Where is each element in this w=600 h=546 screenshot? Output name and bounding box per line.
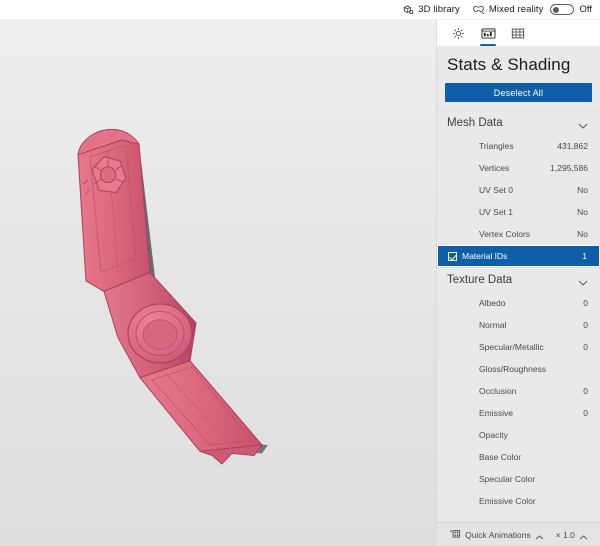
row-value: 431,862 [557,141,588,151]
row-label: Triangles [479,141,514,151]
model-upper-arm [77,128,151,292]
row-label: Emissive Color [479,496,536,506]
playback-speed-label: × 1.0 [555,529,575,540]
model-mid-joint [103,271,197,379]
3d-library-button[interactable]: 3D library [402,4,460,16]
top-toolbar: 3D library Mixed reality Off [0,0,600,20]
section-header-texture-data[interactable]: Texture Data [437,267,600,292]
row-label: Base Color [479,452,522,462]
app-root: 3D library Mixed reality Off Stats & Sha… [0,0,600,546]
mixed-reality-toggle[interactable] [549,4,574,15]
row-checkbox[interactable] [448,251,457,261]
table-row[interactable]: Emissive 0 [437,402,600,424]
sun-icon [452,27,465,40]
section-title-texture-data: Texture Data [447,274,513,286]
panel-tab-bar [437,20,600,46]
tab-lighting[interactable] [443,20,473,46]
page-title: Stats & Shading [437,46,600,83]
table-row[interactable]: Normal 0 [437,314,600,336]
deselect-all-button[interactable]: Deselect All [445,83,592,102]
quick-animations-button[interactable]: Quick Animations [449,529,544,541]
table-row[interactable]: UV Set 0 No [437,179,600,201]
toggle-knob [552,6,559,13]
row-value: No [577,207,588,217]
animation-icon [449,529,461,541]
row-label: UV Set 1 [479,207,514,217]
stats-image-icon [481,27,496,40]
row-value: 0 [583,298,588,308]
row-value: 1,295,586 [550,163,588,173]
row-value: 0 [583,342,588,352]
cube-library-icon [402,4,414,16]
model-lower-arm [139,360,264,465]
section-title-mesh-data: Mesh Data [447,117,503,129]
3d-library-label: 3D library [418,4,460,15]
table-row-selected-material-ids[interactable]: Material IDs 1 [437,245,600,267]
chevron-up-icon[interactable] [579,532,588,540]
row-label: Normal [479,320,507,330]
table-row[interactable]: Vertex Colors No [437,223,600,245]
chevron-down-icon [578,277,588,286]
playback-speed-button[interactable]: × 1.0 [556,530,588,540]
row-label: Opacity [479,430,508,440]
bottom-toolbar: Quick Animations × 1.0 [437,522,600,546]
row-value: 0 [583,320,588,330]
row-label: Occlusion [479,386,517,396]
row-label: UV Set 0 [479,185,514,195]
row-value: 0 [583,386,588,396]
row-label: Emissive [479,408,514,418]
row-value: No [577,185,588,195]
row-label: Material IDs [462,251,508,261]
table-row[interactable]: Albedo 0 [437,292,600,314]
mixed-reality-label: Mixed reality [488,4,544,15]
table-row[interactable]: UV Set 1 No [437,201,600,223]
table-row[interactable]: Specular/Metallic 0 [437,336,600,358]
table-row[interactable]: Emissive Color [437,490,600,512]
3d-viewport[interactable] [0,20,436,546]
3d-model-canvas [77,128,268,465]
row-label: Specular/Metallic [479,342,544,352]
row-label: Albedo [479,298,506,308]
row-value: 0 [583,408,588,418]
mixed-reality-icon [472,4,485,16]
row-label: Vertices [479,163,510,173]
tab-grid[interactable] [503,20,533,46]
section-header-mesh-data[interactable]: Mesh Data [437,110,600,135]
table-row[interactable]: Vertices 1,295,586 [437,157,600,179]
grid-icon [511,27,525,40]
mixed-reality-button[interactable]: Mixed reality [472,4,544,16]
row-label: Vertex Colors [479,229,531,239]
tab-stats-shading[interactable] [473,20,503,46]
chevron-down-icon [578,120,588,129]
table-row[interactable]: Specular Color [437,468,600,490]
table-row[interactable]: Opacity [437,424,600,446]
mixed-reality-toggle-state: Off [579,4,593,15]
row-value: No [577,229,588,239]
table-row[interactable]: Occlusion 0 [437,380,600,402]
quick-animations-label: Quick Animations [465,529,531,540]
table-row[interactable]: Base Color [437,446,600,468]
panel-content: Mesh Data Triangles 431,862 Vertices 1,2… [437,110,600,522]
table-row[interactable]: Gloss/Roughness [437,358,600,380]
row-label: Gloss/Roughness [479,364,547,374]
row-label: Specular Color [479,474,536,484]
body: Stats & Shading Deselect All Mesh Data T… [0,20,600,546]
stats-shading-panel: Stats & Shading Deselect All Mesh Data T… [436,20,600,546]
chevron-up-icon[interactable] [535,532,544,540]
row-value: 1 [582,251,587,261]
table-row[interactable]: Triangles 431,862 [437,135,600,157]
